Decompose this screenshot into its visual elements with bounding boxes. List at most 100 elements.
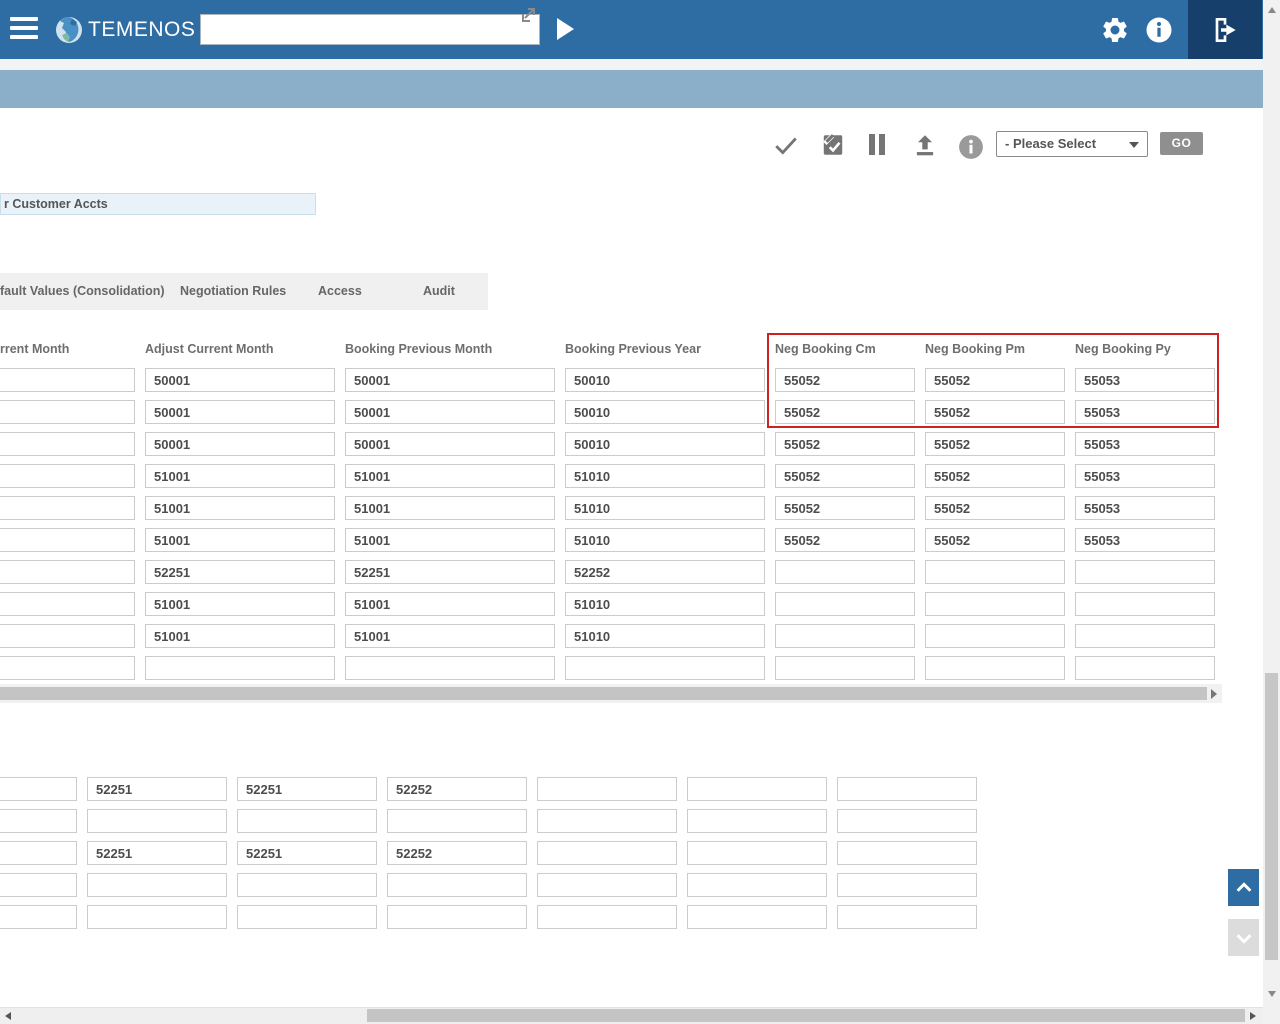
grid1-cell-r2-c5[interactable] [775,400,915,424]
grid1-cell-r3-c5[interactable] [775,432,915,456]
grid1-cell-r4-c1[interactable] [0,464,135,488]
tab-negotiation-rules[interactable]: Negotiation Rules [180,273,286,310]
grid1-cell-r6-c4[interactable] [565,528,765,552]
grid2-cell-r1-c3[interactable] [237,777,377,801]
grid1-cell-r5-c5[interactable] [775,496,915,520]
grid2-cell-r1-c5[interactable] [537,777,677,801]
grid2-cell-r2-c4[interactable] [387,809,527,833]
grid1-cell-r1-c5[interactable] [775,368,915,392]
menu-button[interactable] [10,17,38,41]
grid1-cell-r8-c2[interactable] [145,592,335,616]
grid1-cell-r2-c2[interactable] [145,400,335,424]
grid1-cell-r1-c3[interactable] [345,368,555,392]
grid1-cell-r2-c7[interactable] [1075,400,1215,424]
grid1-cell-r10-c5[interactable] [775,656,915,680]
grid1-cell-r1-c1[interactable] [0,368,135,392]
commit-check-icon[interactable] [773,132,799,158]
tab-access[interactable]: Access [318,273,362,310]
grid2-cell-r3-c7[interactable] [837,841,977,865]
grid2-cell-r4-c1[interactable] [0,873,77,897]
page-hscrollbar-left-arrow-icon[interactable] [5,1012,11,1020]
grid-hscrollbar-thumb[interactable] [0,687,1207,700]
grid2-cell-r3-c1[interactable] [0,841,77,865]
grid2-cell-r3-c3[interactable] [237,841,377,865]
grid2-cell-r2-c7[interactable] [837,809,977,833]
grid1-cell-r10-c3[interactable] [345,656,555,680]
grid1-cell-r5-c2[interactable] [145,496,335,520]
grid1-cell-r7-c3[interactable] [345,560,555,584]
grid1-cell-r9-c3[interactable] [345,624,555,648]
grid2-cell-r1-c6[interactable] [687,777,827,801]
page-hscrollbar-right-arrow-icon[interactable] [1250,1012,1256,1020]
grid1-cell-r2-c3[interactable] [345,400,555,424]
grid2-cell-r2-c3[interactable] [237,809,377,833]
upload-icon[interactable] [912,132,938,158]
grid2-cell-r2-c5[interactable] [537,809,677,833]
grid1-cell-r4-c4[interactable] [565,464,765,488]
grid1-cell-r1-c6[interactable] [925,368,1065,392]
grid1-cell-r3-c3[interactable] [345,432,555,456]
grid1-cell-r4-c7[interactable] [1075,464,1215,488]
grid2-cell-r5-c5[interactable] [537,905,677,929]
grid1-cell-r7-c1[interactable] [0,560,135,584]
grid1-cell-r1-c7[interactable] [1075,368,1215,392]
go-button[interactable]: GO [1160,132,1203,155]
grid1-cell-r8-c4[interactable] [565,592,765,616]
grid1-cell-r6-c3[interactable] [345,528,555,552]
grid2-cell-r2-c2[interactable] [87,809,227,833]
grid1-cell-r6-c1[interactable] [0,528,135,552]
grid1-cell-r3-c6[interactable] [925,432,1065,456]
grid2-cell-r5-c4[interactable] [387,905,527,929]
grid1-cell-r3-c1[interactable] [0,432,135,456]
grid2-cell-r4-c5[interactable] [537,873,677,897]
grid2-cell-r3-c5[interactable] [537,841,677,865]
grid2-cell-r5-c7[interactable] [837,905,977,929]
grid2-cell-r1-c1[interactable] [0,777,77,801]
grid1-cell-r3-c7[interactable] [1075,432,1215,456]
grid1-cell-r4-c6[interactable] [925,464,1065,488]
action-select[interactable]: - Please Select [996,131,1148,157]
grid1-cell-r2-c1[interactable] [0,400,135,424]
grid1-cell-r8-c1[interactable] [0,592,135,616]
grid2-cell-r1-c2[interactable] [87,777,227,801]
grid1-cell-r2-c6[interactable] [925,400,1065,424]
grid2-cell-r4-c7[interactable] [837,873,977,897]
arrow-up-right-corner-icon[interactable] [519,6,537,24]
pause-icon[interactable] [868,134,890,156]
grid1-cell-r5-c3[interactable] [345,496,555,520]
grid2-cell-r3-c6[interactable] [687,841,827,865]
grid1-cell-r1-c2[interactable] [145,368,335,392]
grid2-cell-r4-c2[interactable] [87,873,227,897]
grid2-cell-r5-c1[interactable] [0,905,77,929]
grid1-cell-r7-c4[interactable] [565,560,765,584]
grid1-cell-r10-c4[interactable] [565,656,765,680]
tab-audit[interactable]: Audit [423,273,455,310]
scroll-to-top-button[interactable] [1228,869,1259,906]
grid1-cell-r9-c7[interactable] [1075,624,1215,648]
grid2-cell-r3-c4[interactable] [387,841,527,865]
grid1-cell-r10-c2[interactable] [145,656,335,680]
doc-check-icon[interactable] [820,132,846,158]
grid1-cell-r7-c6[interactable] [925,560,1065,584]
grid1-cell-r6-c5[interactable] [775,528,915,552]
grid2-cell-r1-c4[interactable] [387,777,527,801]
grid1-cell-r7-c5[interactable] [775,560,915,584]
grid1-cell-r4-c5[interactable] [775,464,915,488]
grid1-cell-r3-c4[interactable] [565,432,765,456]
signout-button[interactable] [1188,0,1262,59]
grid1-cell-r5-c1[interactable] [0,496,135,520]
grid1-cell-r9-c6[interactable] [925,624,1065,648]
grid1-cell-r2-c4[interactable] [565,400,765,424]
grid1-cell-r8-c7[interactable] [1075,592,1215,616]
grid1-cell-r3-c2[interactable] [145,432,335,456]
grid1-cell-r5-c6[interactable] [925,496,1065,520]
grid1-cell-r8-c3[interactable] [345,592,555,616]
grid1-cell-r6-c7[interactable] [1075,528,1215,552]
grid1-cell-r10-c7[interactable] [1075,656,1215,680]
grid2-cell-r2-c6[interactable] [687,809,827,833]
grid2-cell-r5-c6[interactable] [687,905,827,929]
info-icon[interactable] [1144,15,1174,45]
grid1-cell-r5-c7[interactable] [1075,496,1215,520]
grid1-cell-r5-c4[interactable] [565,496,765,520]
page-vscrollbar-thumb[interactable] [1265,673,1278,960]
